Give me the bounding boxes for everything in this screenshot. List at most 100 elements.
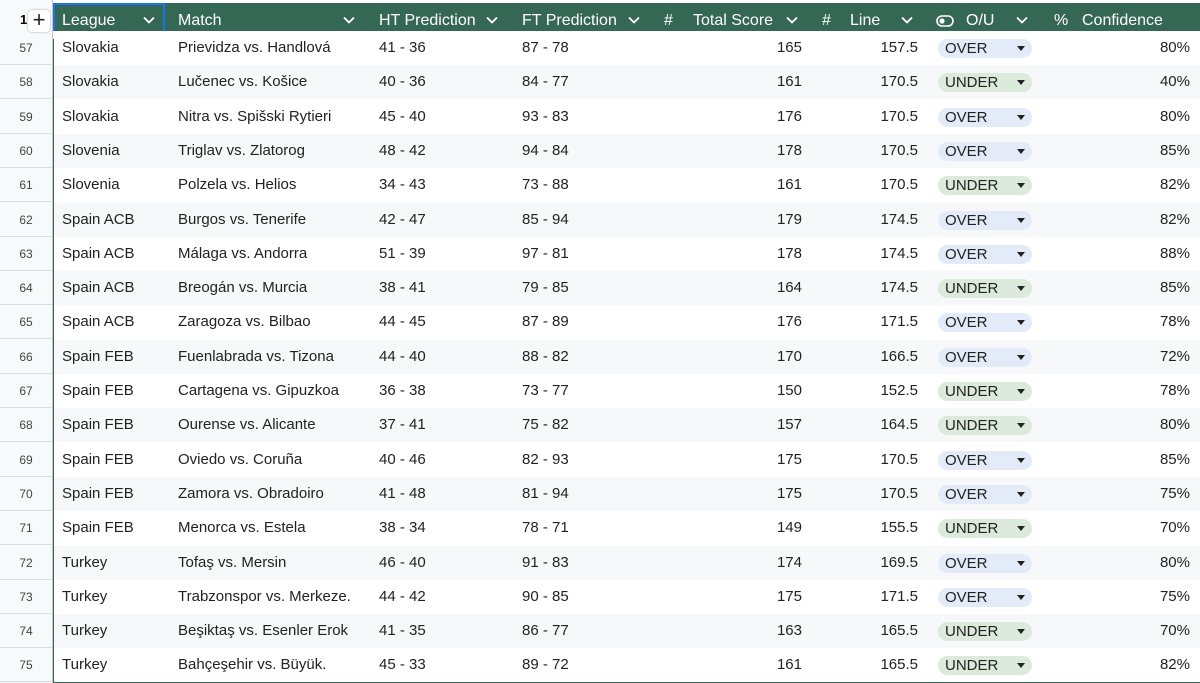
chevron-down-icon[interactable] — [785, 13, 799, 27]
confidence-cell[interactable]: 75% — [1110, 580, 1190, 614]
ht-prediction-cell[interactable]: 38 - 34 — [379, 511, 426, 545]
total-score-cell[interactable]: 157 — [740, 408, 802, 442]
league-cell[interactable]: Spain FEB — [62, 408, 134, 442]
line-cell[interactable]: 164.5 — [850, 408, 918, 442]
row-number[interactable]: 71 — [0, 511, 52, 545]
confidence-cell[interactable]: 80% — [1110, 546, 1190, 580]
league-cell[interactable]: Spain FEB — [62, 477, 134, 511]
match-cell[interactable]: Málaga vs. Andorra — [178, 237, 307, 271]
ht-prediction-cell[interactable]: 48 - 42 — [379, 134, 426, 168]
ht-prediction-cell[interactable]: 41 - 35 — [379, 614, 426, 648]
ht-prediction-cell[interactable]: 36 - 38 — [379, 374, 426, 408]
row-number[interactable]: 62 — [0, 203, 52, 237]
match-cell[interactable]: Zaragoza vs. Bilbao — [178, 305, 311, 339]
ou-dropdown-chip[interactable]: OVER — [938, 313, 1032, 332]
ht-prediction-cell[interactable]: 38 - 41 — [379, 271, 426, 305]
ft-prediction-cell[interactable]: 85 - 94 — [522, 203, 569, 237]
league-cell[interactable]: Spain FEB — [62, 374, 134, 408]
row-number[interactable]: 64 — [0, 271, 52, 305]
confidence-cell[interactable]: 85% — [1110, 134, 1190, 168]
line-cell[interactable]: 171.5 — [850, 305, 918, 339]
ht-prediction-cell[interactable]: 42 - 47 — [379, 203, 426, 237]
ft-prediction-cell[interactable]: 73 - 88 — [522, 168, 569, 202]
ou-dropdown-chip[interactable]: UNDER — [938, 279, 1032, 298]
league-cell[interactable]: Turkey — [62, 648, 107, 682]
league-cell[interactable]: Slovenia — [62, 134, 120, 168]
line-cell[interactable]: 152.5 — [850, 374, 918, 408]
ou-dropdown-chip[interactable]: UNDER — [938, 176, 1032, 195]
ft-prediction-cell[interactable]: 90 - 85 — [522, 580, 569, 614]
total-score-cell[interactable]: 161 — [740, 65, 802, 99]
row-number[interactable]: 72 — [0, 546, 52, 580]
line-cell[interactable]: 171.5 — [850, 580, 918, 614]
match-cell[interactable]: Beşiktaş vs. Esenler Erok — [178, 614, 348, 648]
line-cell[interactable]: 174.5 — [850, 203, 918, 237]
line-cell[interactable]: 157.5 — [850, 31, 918, 65]
row-number[interactable]: 63 — [0, 237, 52, 271]
line-cell[interactable]: 165.5 — [850, 648, 918, 682]
row-number[interactable]: 68 — [0, 408, 52, 442]
ht-prediction-cell[interactable]: 45 - 40 — [379, 100, 426, 134]
chevron-down-icon[interactable] — [627, 13, 641, 27]
chevron-down-icon[interactable] — [342, 13, 356, 27]
ft-prediction-cell[interactable]: 87 - 89 — [522, 305, 569, 339]
total-score-cell[interactable]: 170 — [740, 340, 802, 374]
match-cell[interactable]: Ourense vs. Alicante — [178, 408, 316, 442]
line-cell[interactable]: 170.5 — [850, 65, 918, 99]
ou-dropdown-chip[interactable]: UNDER — [938, 519, 1032, 538]
row-number[interactable]: 57 — [0, 31, 52, 65]
league-cell[interactable]: Turkey — [62, 580, 107, 614]
ft-prediction-cell[interactable]: 94 - 84 — [522, 134, 569, 168]
match-cell[interactable]: Trabzonspor vs. Merkeze. — [178, 580, 351, 614]
row-number[interactable]: 74 — [0, 614, 52, 648]
ht-prediction-cell[interactable]: 40 - 46 — [379, 443, 426, 477]
line-cell[interactable]: 170.5 — [850, 477, 918, 511]
total-score-cell[interactable]: 178 — [740, 237, 802, 271]
line-cell[interactable]: 170.5 — [850, 168, 918, 202]
line-cell[interactable]: 170.5 — [850, 443, 918, 477]
total-score-cell[interactable]: 175 — [740, 443, 802, 477]
confidence-cell[interactable]: 75% — [1110, 477, 1190, 511]
row-number[interactable]: 61 — [0, 168, 52, 202]
ht-prediction-cell[interactable]: 41 - 48 — [379, 477, 426, 511]
total-score-cell[interactable]: 163 — [740, 614, 802, 648]
league-cell[interactable]: Spain ACB — [62, 271, 135, 305]
ht-prediction-cell[interactable]: 44 - 45 — [379, 305, 426, 339]
ht-prediction-cell[interactable]: 51 - 39 — [379, 237, 426, 271]
total-score-cell[interactable]: 174 — [740, 546, 802, 580]
ou-dropdown-chip[interactable]: OVER — [938, 588, 1032, 607]
row-number[interactable]: 66 — [0, 340, 52, 374]
ou-dropdown-chip[interactable]: UNDER — [938, 73, 1032, 92]
confidence-cell[interactable]: 72% — [1110, 340, 1190, 374]
ft-prediction-cell[interactable]: 81 - 94 — [522, 477, 569, 511]
row-number[interactable]: 59 — [0, 100, 52, 134]
confidence-cell[interactable]: 40% — [1110, 65, 1190, 99]
ft-prediction-cell[interactable]: 73 - 77 — [522, 374, 569, 408]
line-cell[interactable]: 174.5 — [850, 271, 918, 305]
confidence-cell[interactable]: 78% — [1110, 374, 1190, 408]
row-number[interactable]: 60 — [0, 134, 52, 168]
ft-prediction-cell[interactable]: 93 - 83 — [522, 100, 569, 134]
ou-dropdown-chip[interactable]: OVER — [938, 142, 1032, 161]
ft-prediction-cell[interactable]: 97 - 81 — [522, 237, 569, 271]
line-cell[interactable]: 165.5 — [850, 614, 918, 648]
match-cell[interactable]: Menorca vs. Estela — [178, 511, 306, 545]
ht-prediction-cell[interactable]: 45 - 33 — [379, 648, 426, 682]
league-cell[interactable]: Spain ACB — [62, 305, 135, 339]
match-cell[interactable]: Nitra vs. Spišski Rytieri — [178, 100, 331, 134]
total-score-cell[interactable]: 175 — [740, 477, 802, 511]
league-cell[interactable]: Spain FEB — [62, 443, 134, 477]
ht-prediction-cell[interactable]: 44 - 40 — [379, 340, 426, 374]
add-icon[interactable]: + — [28, 9, 50, 32]
confidence-cell[interactable]: 82% — [1110, 168, 1190, 202]
ou-dropdown-chip[interactable]: UNDER — [938, 382, 1032, 401]
line-cell[interactable]: 169.5 — [850, 546, 918, 580]
line-cell[interactable]: 174.5 — [850, 237, 918, 271]
line-cell[interactable]: 166.5 — [850, 340, 918, 374]
match-cell[interactable]: Fuenlabrada vs. Tizona — [178, 340, 334, 374]
match-cell[interactable]: Lučenec vs. Košice — [178, 65, 307, 99]
row-number[interactable]: 70 — [0, 477, 52, 511]
chevron-down-icon[interactable] — [1015, 13, 1029, 27]
total-score-cell[interactable]: 176 — [740, 100, 802, 134]
match-cell[interactable]: Polzela vs. Helios — [178, 168, 296, 202]
